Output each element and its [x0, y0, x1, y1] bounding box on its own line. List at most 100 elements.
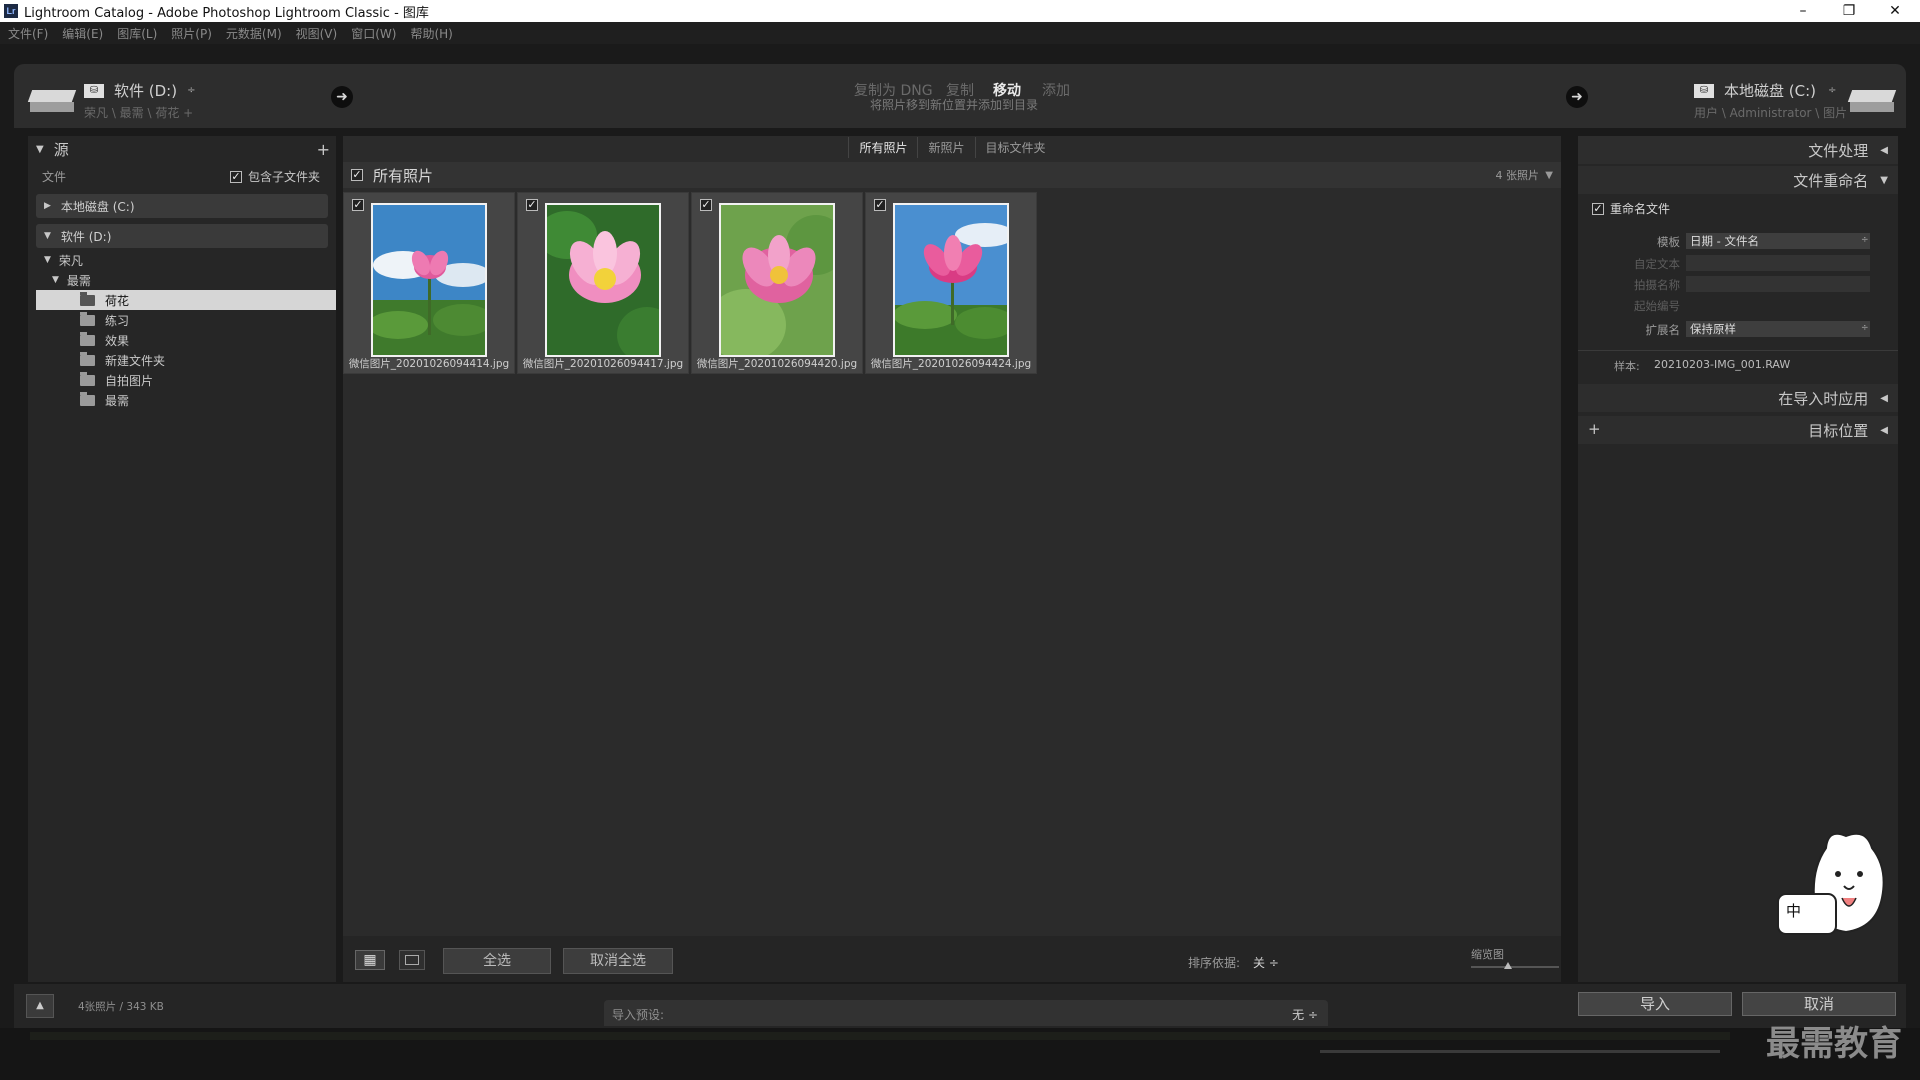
source-panel-header[interactable]: ▼ 源 + [28, 136, 336, 162]
tree-label: 荷花 [105, 293, 130, 308]
tree-folder-new[interactable]: 新建文件夹 [36, 350, 336, 370]
expand-triangle-icon: ◀ [1880, 392, 1888, 404]
menu-metadata[interactable]: 元数据(M) [226, 25, 282, 42]
custom-text-label: 自定文本 [1634, 257, 1680, 271]
photo-checkbox[interactable]: ✓ [526, 199, 538, 211]
filmstrip-scrollbar[interactable] [1320, 1050, 1720, 1053]
grid-view-icon[interactable]: ▦ [355, 950, 385, 970]
include-subfolders-checkbox[interactable]: ✓ 包含子文件夹 [230, 168, 320, 185]
restore-button[interactable]: ❐ [1826, 0, 1872, 22]
section-destination[interactable]: + 目标位置 ◀ [1578, 416, 1898, 444]
tree-folder-xiaoguo[interactable]: 效果 [36, 330, 336, 350]
dest-dropdown-icon: ÷ [1828, 85, 1837, 96]
section-label: 文件处理 [1808, 141, 1869, 160]
menu-photo[interactable]: 照片(P) [171, 25, 212, 42]
folder-icon [80, 331, 95, 346]
import-button[interactable]: 导入 [1578, 992, 1732, 1016]
select-all-checkbox[interactable]: ✓ [351, 169, 363, 181]
start-number-label: 起始编号 [1634, 299, 1680, 313]
shoot-name-input[interactable] [1686, 276, 1870, 292]
mode-add[interactable]: 添加 [1042, 80, 1070, 100]
destination-selector[interactable]: ⛁ 本地磁盘 (C:) ÷ [1694, 80, 1836, 101]
menu-file[interactable]: 文件(F) [8, 25, 48, 42]
tree-folder-selfie[interactable]: 自拍图片 [36, 370, 336, 390]
sample-value: 20210203-IMG_001.RAW [1654, 358, 1791, 371]
tree-folder-zuixu[interactable]: ▼ 最需 [36, 270, 336, 290]
section-apply-during-import[interactable]: 在导入时应用 ◀ [1578, 384, 1898, 412]
volume-d[interactable]: ▼ 软件 (D:) [36, 224, 328, 248]
tree-folder-rongfan[interactable]: ▼ 荣凡 [36, 250, 336, 270]
photo-filename: 微信图片_20201026094417.jpg [522, 358, 684, 370]
folder-icon [80, 291, 95, 306]
photo-checkbox[interactable]: ✓ [352, 199, 364, 211]
filmstrip [0, 1028, 1920, 1080]
sample-label: 样本: [1614, 360, 1640, 373]
source-drive-label: 软件 (D:) [114, 82, 178, 100]
dropdown-icon: ÷ [1861, 323, 1869, 333]
source-disk-icon [27, 90, 77, 112]
select-all-button[interactable]: 全选 [443, 948, 551, 974]
grid-menu-icon[interactable]: ▼ [1545, 170, 1553, 181]
section-file-handling[interactable]: 文件处理 ◀ [1578, 136, 1898, 164]
import-preset-select[interactable]: 无 ÷ [1292, 1006, 1318, 1023]
expand-up-icon[interactable]: ▲ [26, 994, 54, 1018]
tab-destination-folders[interactable]: 目标文件夹 [974, 136, 1056, 158]
photo-cell[interactable]: ✓ 微信图片_20201026094414.jpg [343, 192, 515, 374]
filmstrip-thumbnails [30, 1032, 1730, 1040]
grid-header: ✓ 所有照片 4 张照片 ▼ [343, 162, 1561, 188]
custom-text-input[interactable] [1686, 255, 1870, 271]
extension-select[interactable]: 保持原样 [1686, 321, 1870, 337]
source-path: 荣凡 \ 最需 \ 荷花 + [84, 106, 194, 120]
arrow-right-icon: ➜ [331, 86, 353, 108]
close-button[interactable]: ✕ [1872, 0, 1918, 22]
sort-dropdown[interactable]: 关 ÷ [1253, 954, 1279, 971]
volume-c-label: 本地磁盘 (C:) [60, 199, 135, 214]
status-text: 4张照片 / 343 KB [78, 1001, 164, 1013]
menu-window[interactable]: 窗口(W) [351, 25, 396, 42]
menu-library[interactable]: 图库(L) [117, 25, 157, 42]
add-source-icon[interactable]: + [317, 140, 330, 159]
arrow-right-icon: ➜ [1566, 86, 1588, 108]
cancel-button[interactable]: 取消 [1742, 992, 1896, 1016]
photo-cell[interactable]: ✓ 微信图片_20201026094417.jpg [517, 192, 689, 374]
source-panel: ▼ 源 + 文件 ✓ 包含子文件夹 ▶ 本地磁盘 (C:) ▼ 软件 (D:) … [28, 136, 336, 982]
tab-new-photos[interactable]: 新照片 [917, 136, 974, 158]
collapse-triangle-icon: ▼ [1880, 174, 1888, 186]
photo-count: 4 张照片 [1495, 169, 1540, 182]
menu-help[interactable]: 帮助(H) [410, 25, 452, 42]
collapse-triangle-icon: ▼ [44, 231, 51, 241]
grid-toolbar: ▦ 全选 取消全选 排序依据: 关 ÷ 缩览图 [343, 936, 1561, 982]
loupe-view-icon[interactable] [399, 950, 425, 970]
mode-description: 将照片移到新位置并添加到目录 [870, 98, 1039, 112]
photo-thumbnail-lotus [893, 203, 1009, 357]
rename-files-checkbox[interactable]: ✓ 重命名文件 [1592, 200, 1670, 217]
photo-checkbox[interactable]: ✓ [700, 199, 712, 211]
photo-cell[interactable]: ✓ 微信图片_20201026094424.jpg [865, 192, 1037, 374]
photo-checkbox[interactable]: ✓ [874, 199, 886, 211]
photo-cell[interactable]: ✓ 微信图片_20201026094420.jpg [691, 192, 863, 374]
source-panel-title: 源 [53, 140, 69, 159]
expand-triangle-icon: ◀ [1880, 424, 1888, 436]
menu-edit[interactable]: 编辑(E) [62, 25, 103, 42]
tree-folder-hehua[interactable]: 荷花 [36, 290, 336, 310]
minimize-button[interactable]: – [1780, 0, 1826, 22]
deselect-all-button[interactable]: 取消全选 [563, 948, 673, 974]
source-selector[interactable]: ⛁ 软件 (D:) ÷ [84, 80, 195, 101]
tree-folder-zuixu-sub[interactable]: 最需 [36, 390, 336, 410]
section-file-rename[interactable]: 文件重命名 ▼ [1578, 166, 1898, 194]
menu-view[interactable]: 视图(V) [296, 25, 338, 42]
mascot-sign-text: 中 [1786, 902, 1802, 920]
thumbnail-size-slider[interactable] [1471, 966, 1559, 968]
add-destination-icon[interactable]: + [1588, 420, 1601, 438]
import-preset-bar[interactable]: 导入预设: 无 ÷ [604, 1000, 1328, 1026]
tab-all-photos[interactable]: 所有照片 [848, 136, 917, 158]
collapse-triangle-icon: ▼ [52, 275, 59, 285]
tree-label: 荣凡 [58, 253, 83, 268]
template-label: 模板 [1657, 235, 1680, 249]
volume-c[interactable]: ▶ 本地磁盘 (C:) [36, 194, 328, 218]
tree-folder-lianxi[interactable]: 练习 [36, 310, 336, 330]
shoot-name-label: 拍摄名称 [1634, 278, 1680, 292]
slider-thumb-icon[interactable] [1504, 962, 1512, 969]
folder-icon [80, 391, 95, 406]
template-select[interactable]: 日期 - 文件名 [1686, 233, 1870, 249]
